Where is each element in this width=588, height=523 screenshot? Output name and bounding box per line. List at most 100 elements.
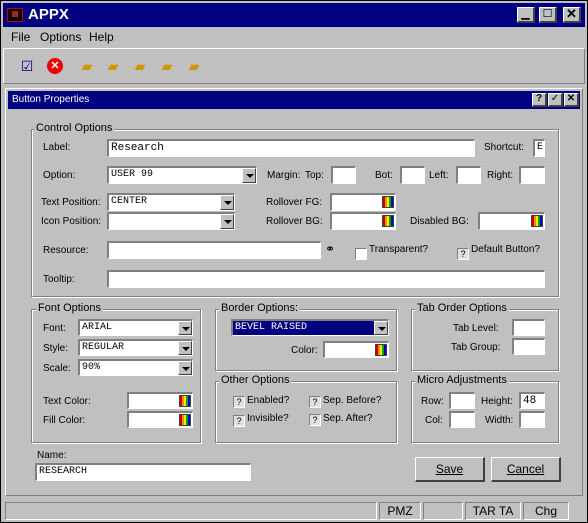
scale-caption: Scale: — [43, 363, 71, 374]
sep-before-checkbox[interactable]: ? — [309, 396, 321, 408]
margin-bot-caption: Bot: — [375, 170, 393, 181]
edit-folder-icon[interactable]: ▰ — [183, 55, 205, 77]
sep-after-checkbox[interactable]: ? — [309, 414, 321, 426]
col-caption: Col: — [425, 415, 443, 426]
cancel-button-label: Cancel — [506, 462, 545, 476]
cancel-icon[interactable]: ✕ — [44, 55, 66, 77]
tab-order-options-title: Tab Order Options — [415, 302, 509, 314]
label-caption: Label: — [43, 142, 71, 153]
resource-input[interactable] — [107, 241, 321, 259]
text-position-value: CENTER — [111, 196, 148, 207]
tab-level-caption: Tab Level: — [453, 323, 499, 334]
chevron-down-icon[interactable] — [374, 321, 388, 335]
color-picker-icon[interactable] — [375, 344, 387, 356]
tab-level-input[interactable] — [512, 319, 545, 336]
open-folder-icon[interactable]: ▰ — [102, 55, 124, 77]
menu-bar: File Options Help — [3, 28, 585, 46]
text-color-input[interactable] — [127, 392, 193, 409]
close-button[interactable]: ✕ — [563, 7, 581, 23]
col-input[interactable] — [449, 411, 475, 428]
chevron-down-icon[interactable] — [242, 168, 256, 183]
color-picker-icon[interactable] — [382, 196, 394, 208]
status-main — [5, 502, 377, 520]
margin-right-input[interactable] — [519, 166, 545, 184]
chevron-down-icon[interactable] — [220, 195, 234, 210]
delete-folder-icon[interactable]: ▰ — [156, 55, 178, 77]
default-button-caption: Default Button? — [471, 244, 540, 255]
style-select[interactable]: REGULAR — [78, 339, 193, 356]
new-folder-icon[interactable]: ▰ — [76, 55, 98, 77]
chevron-down-icon[interactable] — [178, 361, 192, 375]
color-picker-icon[interactable] — [179, 414, 191, 426]
fill-color-caption: Fill Color: — [43, 415, 86, 426]
icon-position-caption: Icon Position: — [41, 216, 102, 227]
margin-left-caption: Left: — [429, 170, 449, 181]
color-picker-icon[interactable] — [531, 215, 543, 227]
border-value: BEVEL RAISED — [235, 322, 308, 333]
color-picker-icon[interactable] — [382, 215, 394, 227]
save-button[interactable]: Save — [415, 457, 485, 482]
option-select[interactable]: USER 99 — [107, 166, 257, 184]
scale-value: 90% — [82, 362, 101, 373]
icon-position-select[interactable] — [107, 212, 235, 230]
shortcut-input[interactable]: E — [533, 139, 545, 157]
margin-top-input[interactable] — [331, 166, 356, 184]
invisible-caption: Invisible? — [247, 413, 289, 424]
menu-file[interactable]: File — [11, 30, 30, 44]
cancel-button[interactable]: Cancel — [491, 457, 561, 482]
text-color-caption: Text Color: — [43, 396, 91, 407]
tooltip-input[interactable] — [107, 270, 545, 288]
rollover-bg-color[interactable] — [330, 212, 396, 230]
margin-left-input[interactable] — [456, 166, 481, 184]
margin-bot-input[interactable] — [400, 166, 425, 184]
enabled-caption: Enabled? — [247, 395, 290, 406]
invisible-checkbox[interactable]: ? — [233, 415, 245, 427]
chevron-down-icon[interactable] — [220, 214, 234, 229]
rollover-bg-caption: Rollover BG: — [266, 216, 323, 227]
text-position-select[interactable]: CENTER — [107, 193, 235, 211]
menu-help[interactable]: Help — [89, 30, 114, 44]
transparent-checkbox[interactable] — [355, 248, 367, 260]
border-color-input[interactable] — [323, 341, 389, 358]
app-window: ▤ APPX ▁ ☐ ✕ File Options Help ☑ ✕ ▰ ▰ ▰… — [0, 0, 588, 523]
dialog-close-button[interactable]: ✕ — [564, 93, 579, 107]
chevron-down-icon[interactable] — [178, 321, 192, 335]
app-title: APPX — [28, 6, 69, 23]
color-picker-icon[interactable] — [179, 395, 191, 407]
fill-color-input[interactable] — [127, 411, 193, 428]
dialog-help-button[interactable]: ? — [532, 93, 547, 107]
rollover-fg-color[interactable] — [330, 193, 396, 211]
label-input[interactable]: Research — [107, 139, 475, 157]
menu-options[interactable]: Options — [40, 30, 81, 44]
status-empty — [423, 502, 463, 520]
border-options-title: Border Options: — [219, 302, 301, 314]
chevron-down-icon[interactable] — [178, 341, 192, 355]
binoculars-icon[interactable]: ⚭ — [322, 241, 338, 257]
search-folder-icon[interactable]: ▰ — [129, 55, 151, 77]
width-caption: Width: — [485, 415, 514, 426]
other-options-group — [215, 381, 397, 443]
row-input[interactable] — [449, 392, 475, 409]
sep-before-caption: Sep. Before? — [323, 395, 382, 406]
scale-select[interactable]: 90% — [78, 359, 193, 376]
disabled-bg-caption: Disabled BG: — [410, 216, 469, 227]
margin-caption: Margin: — [267, 170, 301, 181]
height-input[interactable]: 48 — [519, 392, 545, 409]
name-input[interactable]: RESEARCH — [35, 463, 251, 481]
tab-group-input[interactable] — [512, 338, 545, 355]
enabled-checkbox[interactable]: ? — [233, 396, 245, 408]
save-button-label: Save — [435, 462, 464, 476]
maximize-button[interactable]: ☐ — [539, 7, 557, 23]
minimize-button[interactable]: ▁ — [517, 7, 535, 23]
font-select[interactable]: ARIAL — [78, 319, 193, 336]
check-doc-icon[interactable]: ☑ — [16, 55, 38, 77]
default-button-checkbox[interactable]: ? — [457, 248, 469, 260]
margin-top-caption: Top: — [305, 170, 324, 181]
width-input[interactable] — [519, 411, 545, 428]
text-position-caption: Text Position: — [41, 197, 101, 208]
dialog-title: Button Properties — [12, 94, 90, 105]
status-pmz: PMZ — [379, 502, 421, 520]
border-select[interactable]: BEVEL RAISED — [231, 319, 389, 336]
disabled-bg-color[interactable] — [478, 212, 545, 230]
dialog-ok-check-button[interactable]: ✓ — [548, 93, 563, 107]
